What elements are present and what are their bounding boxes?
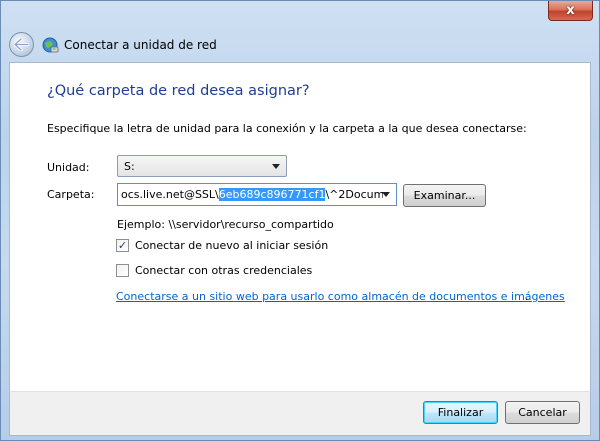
- wizard-content: ¿Qué carpeta de red desea asignar? Espec…: [9, 62, 591, 392]
- instruction-text: Especifique la letra de unidad para la c…: [47, 122, 527, 135]
- drive-label: Unidad:: [47, 161, 90, 174]
- link-period: .: [525, 290, 529, 303]
- window-title: Conectar a unidad de red: [64, 38, 217, 52]
- folder-value-after: \^2Documents: [325, 188, 383, 201]
- title-bar: x Conectar a unidad de red: [1, 1, 599, 61]
- folder-value-before: ocs.live.net@SSL\: [121, 188, 219, 201]
- finish-button[interactable]: Finalizar: [423, 401, 498, 424]
- page-heading: ¿Qué carpeta de red desea asignar?: [47, 83, 310, 99]
- web-storage-link[interactable]: Conectarse a un sitio web para usarlo co…: [116, 290, 565, 303]
- back-arrow-icon: [14, 38, 29, 51]
- folder-value: ocs.live.net@SSL\6eb689c896771cf1\^2Docu…: [121, 188, 383, 201]
- other-credentials-option[interactable]: Conectar con otras credenciales: [116, 264, 312, 277]
- reconnect-checkbox[interactable]: ✓: [116, 239, 129, 252]
- chevron-down-icon: [272, 164, 280, 169]
- close-icon: x: [566, 3, 575, 18]
- other-credentials-label[interactable]: Conectar con otras credenciales: [135, 264, 312, 277]
- folder-dropdown-chevron-icon[interactable]: [382, 192, 390, 197]
- reconnect-option[interactable]: ✓ Conectar de nuevo al iniciar sesión: [116, 239, 328, 252]
- other-credentials-checkbox[interactable]: [116, 264, 129, 277]
- cancel-button[interactable]: Cancelar: [505, 401, 580, 424]
- wizard-window: x Conectar a unidad de red ¿Qué carpeta …: [0, 0, 600, 441]
- example-text: Ejemplo: \\servidor\recurso_compartido: [117, 218, 334, 231]
- folder-value-selected: 6eb689c896771cf1: [218, 188, 326, 201]
- folder-label: Carpeta:: [47, 188, 95, 201]
- drive-value: S:: [124, 159, 135, 173]
- drive-select[interactable]: S:: [117, 155, 287, 177]
- reconnect-label[interactable]: Conectar de nuevo al iniciar sesión: [135, 239, 328, 252]
- network-drive-icon: [42, 37, 59, 53]
- wizard-footer: Finalizar Cancelar: [9, 391, 591, 436]
- folder-input[interactable]: ocs.live.net@SSL\6eb689c896771cf1\^2Docu…: [117, 183, 397, 206]
- browse-button[interactable]: Examinar...: [403, 184, 486, 207]
- back-button[interactable]: [9, 32, 34, 57]
- close-button[interactable]: x: [548, 1, 593, 21]
